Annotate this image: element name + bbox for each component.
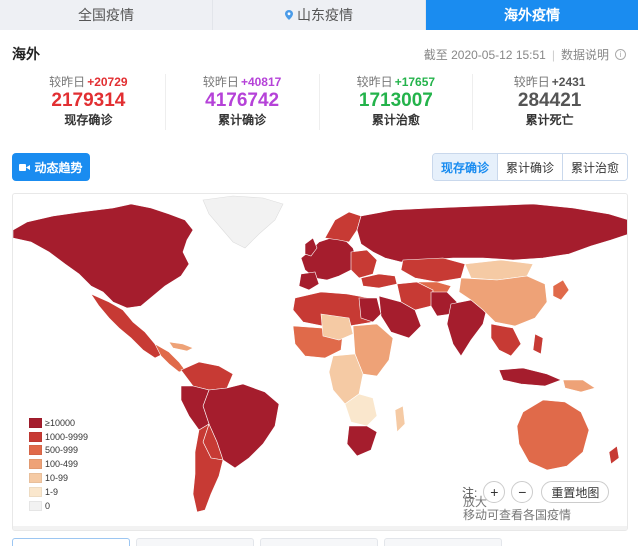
map-note: 放大 移动可查看各国疫情 <box>463 496 571 522</box>
stat-label: 现存确诊 <box>64 113 113 127</box>
stat-label: 累计确诊 <box>218 113 267 127</box>
map-region-caribbean[interactable] <box>168 341 194 352</box>
map-region-iberia[interactable] <box>298 271 320 291</box>
map-region-philippines[interactable] <box>532 333 544 355</box>
dynamic-trend-label: 动态趋势 <box>34 160 83 175</box>
legend-item: ≥10000 <box>29 416 88 430</box>
delta-prefix: 较昨日 <box>202 75 239 89</box>
map-region-papua[interactable] <box>562 379 596 393</box>
delta-prefix: 较昨日 <box>356 75 393 89</box>
map-region-greenland[interactable] <box>202 195 284 249</box>
tab-shandong-label: 山东疫情 <box>297 7 353 23</box>
divider: | <box>551 47 555 62</box>
legend-label: 1-9 <box>45 486 59 497</box>
legend-item: 100-499 <box>29 457 88 471</box>
legend-label: 10-99 <box>45 473 69 484</box>
stat-value: 4176742 <box>205 90 280 111</box>
bottom-tab[interactable] <box>136 538 254 546</box>
legend-label: 100-499 <box>45 459 79 470</box>
as-of-timestamp: 截至 2020-05-12 15:51 <box>423 48 546 62</box>
legend-label: 1000-9999 <box>45 431 89 442</box>
legend-label: 500-999 <box>45 445 79 456</box>
legend-swatch <box>29 431 42 442</box>
map-region-madagascar[interactable] <box>394 405 406 433</box>
map-region-egypt[interactable] <box>358 297 382 323</box>
world-map[interactable]: ≥10000 1000-9999 500-999 100-499 10-99 1… <box>12 193 628 531</box>
delta-value: +2431 <box>551 75 586 89</box>
video-camera-icon <box>19 163 31 171</box>
location-pin-icon <box>285 10 293 20</box>
legend-swatch <box>29 500 42 511</box>
delta-value: +17657 <box>394 75 436 89</box>
map-legend: ≥10000 1000-9999 500-999 100-499 10-99 1… <box>29 416 88 513</box>
map-region-antarctica <box>13 526 627 530</box>
header-meta: 截至 2020-05-12 15:51 | 数据说明 i <box>424 46 626 63</box>
view-toggle: 现存确诊 累计确诊 累计治愈 <box>431 153 628 181</box>
stat-value: 2179314 <box>51 90 126 111</box>
delta-prefix: 较昨日 <box>513 75 550 89</box>
view-total-confirmed[interactable]: 累计确诊 <box>497 154 563 180</box>
stat-label: 累计治愈 <box>371 113 420 127</box>
map-region-south-africa[interactable] <box>346 425 378 457</box>
dynamic-trend-button[interactable]: 动态趋势 <box>12 153 90 181</box>
stat-value: 1713007 <box>358 90 433 111</box>
map-note-line2: 移动可查看各国疫情 <box>463 508 572 522</box>
map-region-russia[interactable] <box>356 203 628 263</box>
region-tabs: 全国疫情 山东疫情 海外疫情 <box>0 0 638 30</box>
delta-prefix: 较昨日 <box>49 75 86 89</box>
map-region-australia[interactable] <box>516 399 590 471</box>
map-region-kazakhstan[interactable] <box>400 257 466 283</box>
section-title: 海外 <box>12 46 40 62</box>
map-region-scandinavia[interactable] <box>324 211 362 243</box>
legend-item: 10-99 <box>29 471 88 485</box>
legend-item: 500-999 <box>29 444 88 458</box>
map-region-sahel[interactable] <box>320 313 354 341</box>
tab-shandong[interactable]: 山东疫情 <box>213 0 426 30</box>
bottom-tab[interactable] <box>260 538 378 546</box>
legend-swatch <box>29 473 42 484</box>
bottom-tab[interactable] <box>12 538 130 546</box>
legend-label: 0 <box>45 500 51 511</box>
view-total-recovered[interactable]: 累计治愈 <box>562 154 627 180</box>
legend-item: 0 <box>29 499 88 513</box>
stat-total-deaths: 较昨日 +2431 284421 累计死亡 <box>473 74 626 130</box>
delta-value: +20729 <box>87 75 128 89</box>
tab-overseas-label: 海外疫情 <box>504 7 560 23</box>
stat-current-confirmed: 较昨日 +20729 2179314 现存确诊 <box>12 74 166 130</box>
map-region-southeast-asia[interactable] <box>490 323 522 357</box>
bottom-tab[interactable] <box>384 538 502 546</box>
legend-swatch <box>29 445 42 456</box>
legend-swatch <box>29 417 42 428</box>
stat-total-confirmed: 较昨日 +40817 4176742 累计确诊 <box>166 74 320 130</box>
stat-label: 累计死亡 <box>525 113 574 127</box>
map-region-indonesia[interactable] <box>498 367 562 387</box>
legend-item: 1-9 <box>29 485 88 499</box>
legend-item: 1000-9999 <box>29 430 88 444</box>
stat-total-recovered: 较昨日 +17657 1713007 累计治愈 <box>320 74 474 130</box>
legend-swatch <box>29 459 42 470</box>
delta-value: +40817 <box>240 75 282 89</box>
tab-overseas[interactable]: 海外疫情 <box>426 0 638 30</box>
tab-national[interactable]: 全国疫情 <box>0 0 213 30</box>
map-region-eastern-europe[interactable] <box>350 249 378 279</box>
legend-swatch <box>29 486 42 497</box>
map-region-korea-japan[interactable] <box>552 279 570 301</box>
map-region-new-zealand[interactable] <box>608 445 620 465</box>
map-region-north-america[interactable] <box>13 203 194 309</box>
data-note-link[interactable]: 数据说明 <box>561 46 609 63</box>
stat-value: 284421 <box>517 90 582 111</box>
stats-panel: 较昨日 +20729 2179314 现存确诊 较昨日 +40817 4176742… <box>12 74 626 130</box>
view-current-confirmed[interactable]: 现存确诊 <box>432 154 498 180</box>
bottom-tab-stubs <box>12 538 502 546</box>
tab-national-label: 全国疫情 <box>78 7 134 23</box>
legend-label: ≥10000 <box>45 417 75 428</box>
info-icon[interactable]: i <box>615 49 626 60</box>
